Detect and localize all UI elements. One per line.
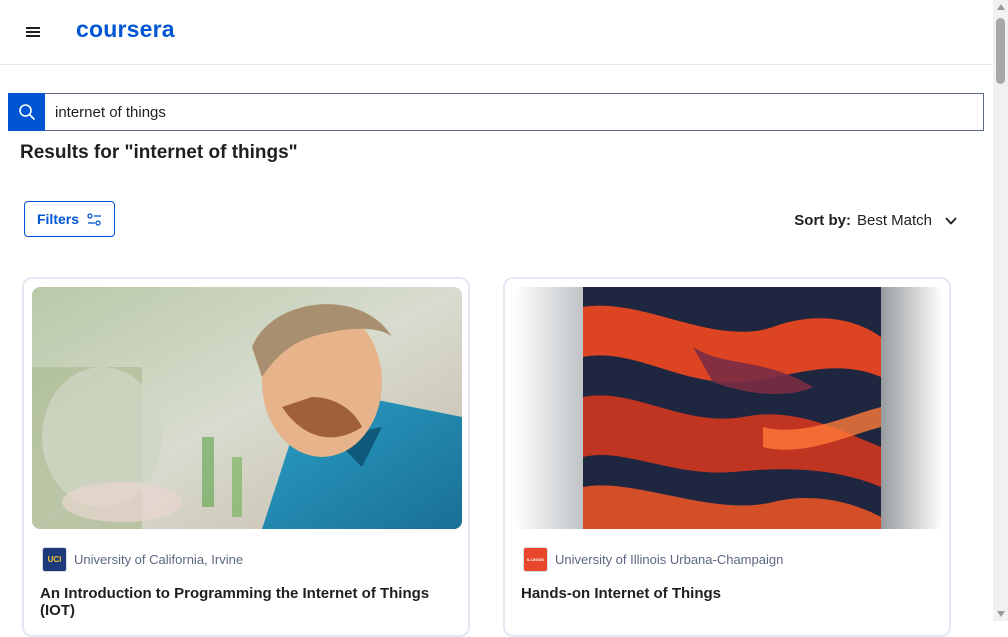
illinois-logo: ILLINOIS — [523, 547, 548, 572]
scroll-down-arrow-icon[interactable] — [997, 611, 1005, 617]
results-heading: Results for "internet of things" — [20, 142, 298, 163]
top-navigation-bar: coursera — [0, 0, 993, 65]
sort-label: Sort by: — [794, 212, 851, 229]
illinois-logo-text: ILLINOIS — [527, 557, 544, 562]
partner-name: University of Illinois Urbana-Champaign — [555, 552, 784, 567]
scroll-up-arrow-icon[interactable] — [997, 4, 1005, 10]
search-button[interactable] — [8, 93, 45, 131]
coursera-logo[interactable]: coursera — [76, 16, 175, 43]
filters-label: Filters — [36, 211, 79, 227]
search-icon — [18, 104, 35, 120]
chevron-down-icon — [945, 216, 957, 224]
sort-value: Best Match — [856, 212, 932, 229]
hamburger-menu-icon[interactable] — [24, 22, 44, 42]
partner-info: UCI University of California, Irvine — [42, 547, 243, 572]
course-title[interactable]: Hands-on Internet of Things — [521, 585, 721, 602]
course-title[interactable]: An Introduction to Programming the Inter… — [40, 585, 468, 619]
sort-dropdown[interactable]: Sort by: Best Match — [794, 212, 958, 229]
scrollbar-thumb[interactable] — [996, 18, 1005, 84]
partner-name: University of California, Irvine — [74, 552, 244, 567]
uci-logo-text: UCI — [47, 555, 62, 564]
page-scrollbar[interactable] — [993, 0, 1008, 621]
uci-logo: UCI — [42, 547, 67, 572]
course-thumbnail-image — [513, 287, 943, 529]
course-thumbnail-image — [32, 287, 462, 529]
filters-button[interactable]: Filters — [24, 201, 115, 237]
course-card[interactable]: ILLINOIS University of Illinois Urbana-C… — [503, 277, 951, 637]
course-card[interactable]: UCI University of California, Irvine An … — [22, 277, 470, 637]
search-bar — [8, 93, 984, 131]
search-input[interactable] — [47, 94, 977, 130]
filter-sliders-icon — [87, 212, 101, 226]
partner-info: ILLINOIS University of Illinois Urbana-C… — [523, 547, 783, 572]
